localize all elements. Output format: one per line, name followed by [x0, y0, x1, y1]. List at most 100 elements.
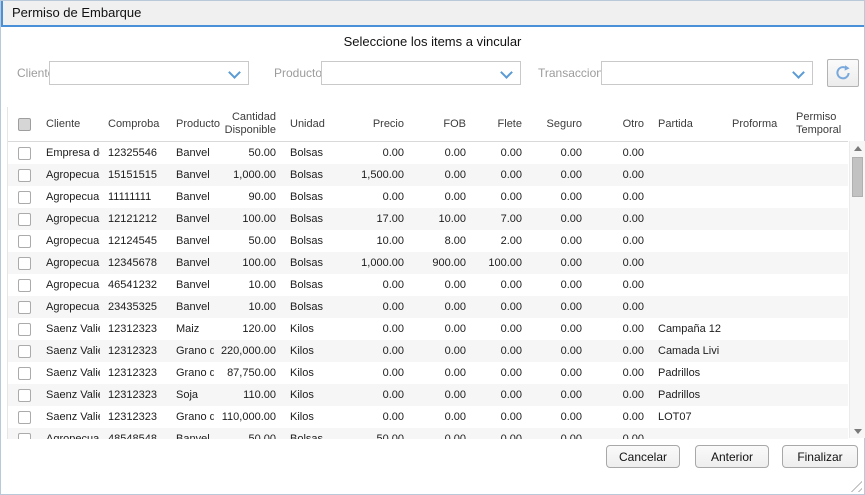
header-cell-comproba: Comproba: [100, 107, 168, 141]
cell-producto: Soja: [168, 384, 214, 406]
header-cell-seguro: Seguro: [528, 107, 588, 141]
cell-comproba: 12345678: [100, 252, 168, 274]
cell-fob: 0.00: [410, 428, 472, 439]
select-all-checkbox[interactable]: [18, 118, 31, 131]
chevron-down-icon: [500, 66, 513, 79]
row-checkbox[interactable]: [18, 147, 31, 160]
row-checkbox[interactable]: [18, 389, 31, 402]
cell-partida: [650, 296, 724, 318]
row-checkbox[interactable]: [18, 433, 31, 440]
cell-comproba: 48548548: [100, 428, 168, 439]
cell-flete: 0.00: [472, 384, 528, 406]
cell-partida: [650, 274, 724, 296]
cell-precio: 0.00: [344, 406, 410, 428]
cell-cliente: Agropecuari: [38, 428, 100, 439]
cell-unidad: Bolsas: [282, 208, 344, 230]
cell-otro: 0.00: [588, 274, 650, 296]
row-checkbox[interactable]: [18, 257, 31, 270]
cell-flete: 100.00: [472, 252, 528, 274]
row-checkbox[interactable]: [18, 301, 31, 314]
cell-check: [8, 296, 38, 318]
cell-fob: 0.00: [410, 296, 472, 318]
cell-proforma: [724, 340, 788, 362]
cell-comproba: 12312323: [100, 318, 168, 340]
refresh-button[interactable]: [827, 59, 859, 87]
anterior-button[interactable]: Anterior: [695, 445, 769, 468]
table-row: Agropecuari12121212Banvel100.00Bolsas17.…: [8, 208, 848, 230]
cell-cliente: Saenz Valie: [38, 340, 100, 362]
row-checkbox[interactable]: [18, 367, 31, 380]
cell-partida: Padrillos: [650, 362, 724, 384]
cell-permiso: [788, 252, 848, 274]
header-cell-permiso: Permiso Temporal: [788, 107, 848, 141]
cell-flete: 0.00: [472, 318, 528, 340]
cell-producto: Banvel: [168, 142, 214, 164]
chevron-down-icon: [792, 66, 805, 79]
cell-proforma: [724, 296, 788, 318]
cell-permiso: [788, 142, 848, 164]
row-checkbox[interactable]: [18, 411, 31, 424]
vertical-scrollbar[interactable]: [849, 141, 865, 438]
cell-comproba: 12124545: [100, 230, 168, 252]
chevron-down-icon: [228, 66, 241, 79]
cliente-combobox[interactable]: [49, 61, 249, 85]
row-checkbox[interactable]: [18, 235, 31, 248]
scroll-up-button[interactable]: [850, 141, 865, 155]
cell-permiso: [788, 274, 848, 296]
cell-check: [8, 362, 38, 384]
resize-grip[interactable]: [850, 480, 862, 492]
scroll-down-button[interactable]: [850, 424, 865, 438]
row-checkbox[interactable]: [18, 345, 31, 358]
finalizar-button[interactable]: Finalizar: [782, 445, 858, 468]
cell-cantidad: 110.00: [214, 384, 282, 406]
row-checkbox[interactable]: [18, 323, 31, 336]
header-cell-flete: Flete: [472, 107, 528, 141]
cell-flete: 0.00: [472, 142, 528, 164]
cell-proforma: [724, 252, 788, 274]
cell-producto: Banvel: [168, 274, 214, 296]
cell-partida: Padrillos: [650, 384, 724, 406]
cell-producto: Banvel: [168, 230, 214, 252]
cell-precio: 0.00: [344, 362, 410, 384]
cell-cantidad: 120.00: [214, 318, 282, 340]
transaccion-combobox[interactable]: [601, 61, 813, 85]
cancelar-button[interactable]: Cancelar: [606, 445, 680, 468]
transaccion-combobox-value: [602, 71, 608, 75]
table-row: Agropecuari23435325Banvel10.00Bolsas0.00…: [8, 296, 848, 318]
cell-fob: 0.00: [410, 362, 472, 384]
cell-check: [8, 186, 38, 208]
cell-comproba: 12121212: [100, 208, 168, 230]
cell-check: [8, 252, 38, 274]
cell-cliente: Saenz Valie: [38, 362, 100, 384]
cell-check: [8, 340, 38, 362]
cell-otro: 0.00: [588, 252, 650, 274]
cell-producto: Grano de Sc: [168, 362, 214, 384]
cell-fob: 900.00: [410, 252, 472, 274]
producto-label: Producto: [274, 61, 322, 85]
cell-proforma: [724, 318, 788, 340]
cell-cantidad: 87,750.00: [214, 362, 282, 384]
cell-unidad: Bolsas: [282, 252, 344, 274]
cell-fob: 0.00: [410, 406, 472, 428]
cell-partida: [650, 164, 724, 186]
cell-flete: 0.00: [472, 274, 528, 296]
cell-cliente: Agropecuari: [38, 230, 100, 252]
cell-precio: 0.00: [344, 142, 410, 164]
cell-flete: 0.00: [472, 428, 528, 439]
table-row: Empresa de12325546Banvel50.00Bolsas0.000…: [8, 142, 848, 164]
items-table: Cliente Comproba Producto Cantidad Dispo…: [7, 107, 848, 439]
cell-otro: 0.00: [588, 362, 650, 384]
cell-check: [8, 208, 38, 230]
producto-combobox[interactable]: [321, 61, 521, 85]
row-checkbox[interactable]: [18, 213, 31, 226]
row-checkbox[interactable]: [18, 279, 31, 292]
table-body: Empresa de12325546Banvel50.00Bolsas0.000…: [8, 142, 848, 439]
scrollbar-thumb[interactable]: [852, 157, 863, 197]
header-cell-partida: Partida: [650, 107, 724, 141]
row-checkbox[interactable]: [18, 191, 31, 204]
cell-partida: [650, 252, 724, 274]
cell-seguro: 0.00: [528, 362, 588, 384]
row-checkbox[interactable]: [18, 169, 31, 182]
cell-comproba: 11111111: [100, 186, 168, 208]
arrow-down-icon: [854, 429, 862, 434]
